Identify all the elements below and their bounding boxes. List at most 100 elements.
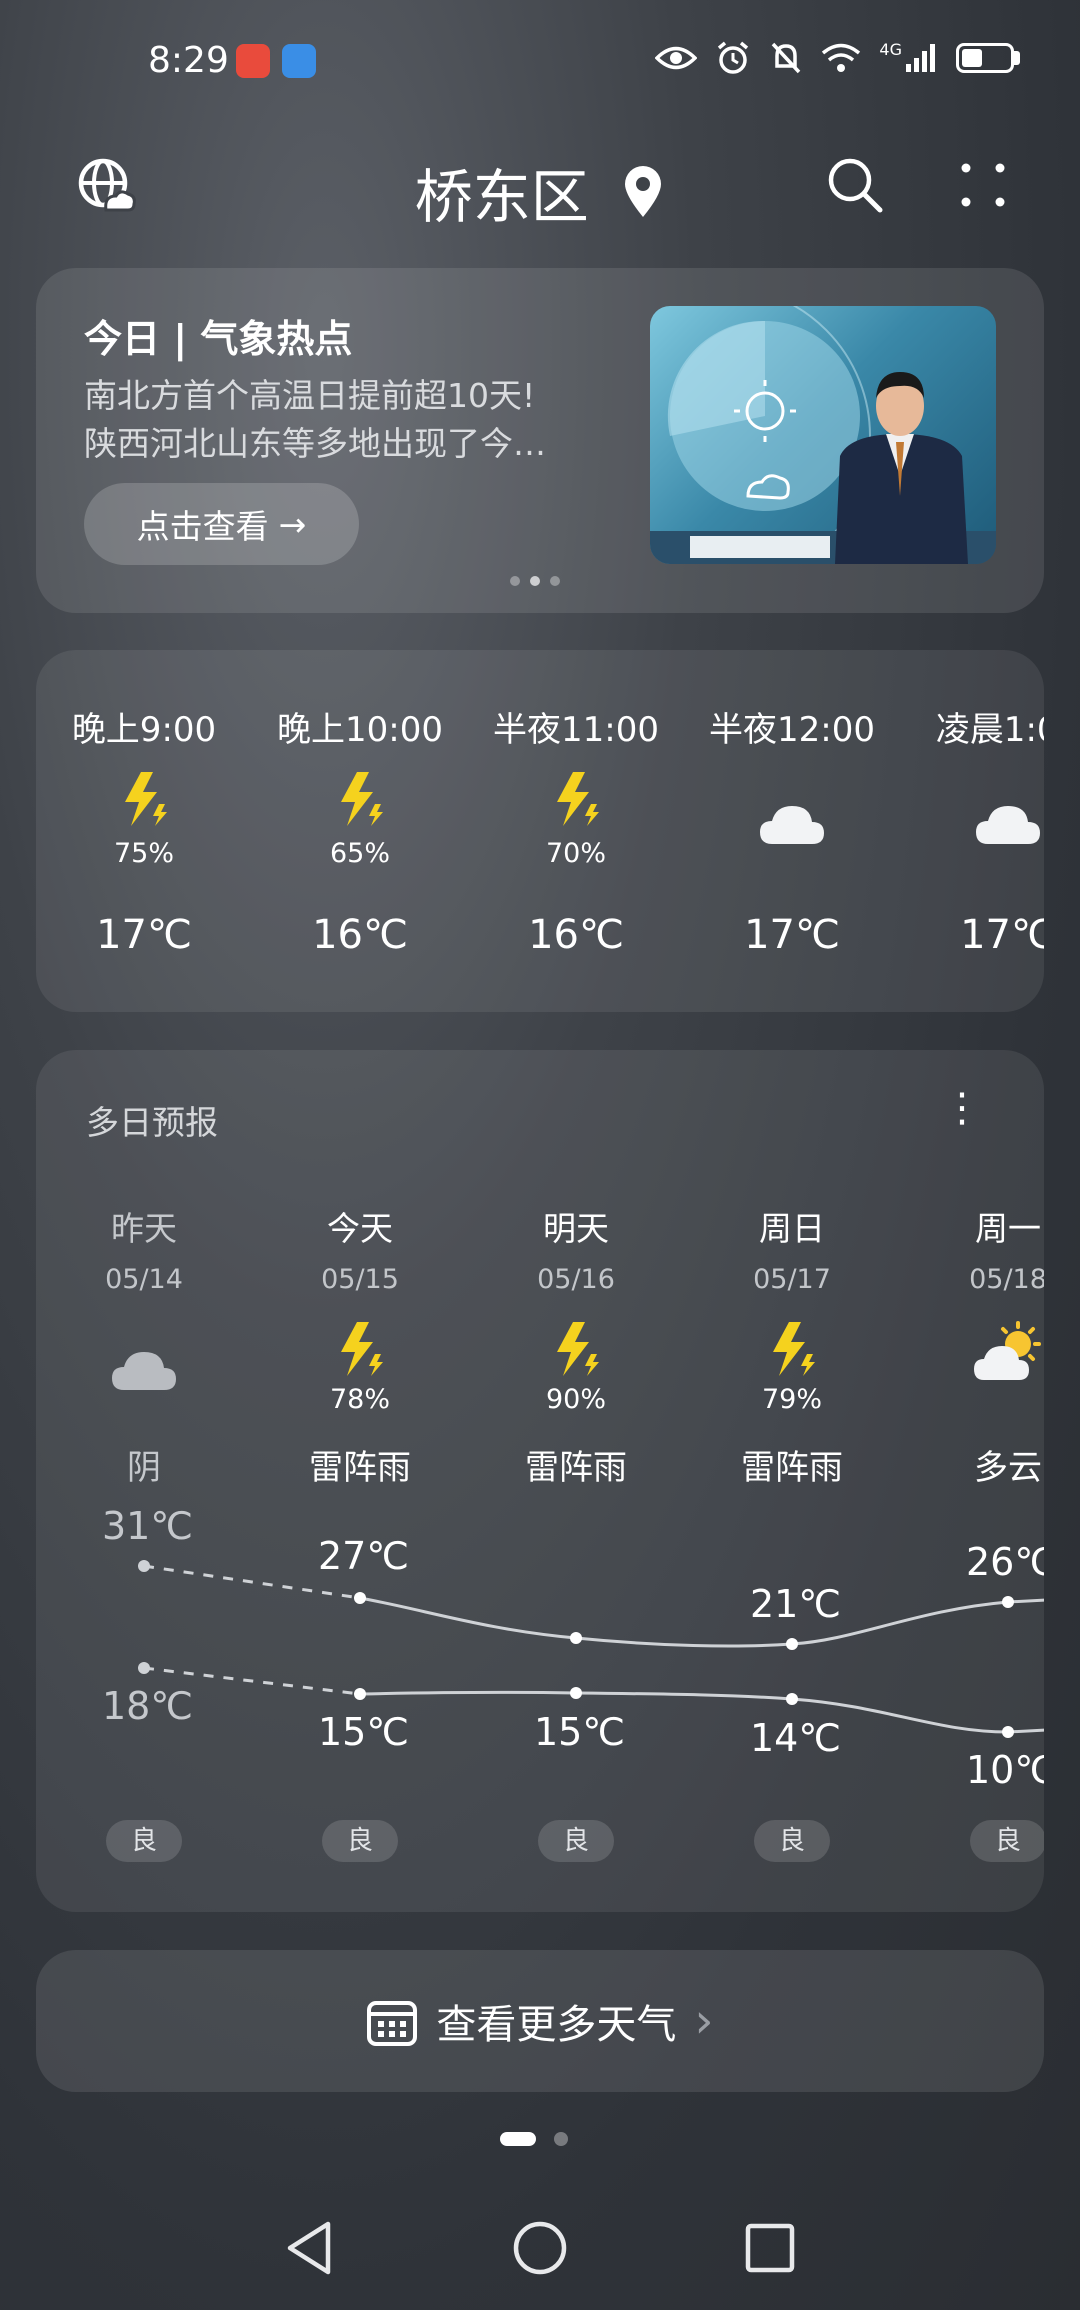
high-temp-label: 26℃: [966, 1540, 1044, 1584]
high-temp-label: 31℃: [102, 1504, 194, 1548]
search-icon[interactable]: [826, 156, 884, 218]
calendar-icon: [367, 2001, 418, 2046]
thunder-icon: [252, 770, 468, 830]
day-condition: 雷阵雨: [741, 1448, 843, 1488]
location-title[interactable]: 桥东区: [0, 150, 1080, 234]
partly-cloudy-icon: [900, 1320, 1044, 1382]
thunder-icon: [468, 1320, 684, 1382]
cloud-icon: [684, 800, 900, 860]
low-temp-label: 15℃: [534, 1710, 626, 1754]
day-date: 05/16: [537, 1264, 615, 1295]
more-weather-button[interactable]: 查看更多天气 ›: [36, 1950, 1044, 2092]
news-line-1: 南北方首个高温日提前超10天!: [84, 376, 536, 415]
temp-point: [570, 1687, 582, 1699]
news-carousel-dots: [510, 576, 560, 586]
cloud-icon: [36, 1346, 252, 1408]
app-notification-icon: [236, 44, 270, 78]
aqi-badge: 良: [538, 1820, 614, 1862]
temp-point: [354, 1688, 366, 1700]
high-temp-line: [359, 1596, 1044, 1648]
temp-point: [1002, 1726, 1014, 1738]
news-line-2: 陕西河北山东等多地出现了今…: [84, 424, 546, 463]
status-icons: 4G: [655, 40, 1020, 76]
hour-time: 半夜11:00: [493, 710, 659, 750]
temp-point: [138, 1560, 150, 1572]
low-temp-label: 15℃: [318, 1710, 410, 1754]
network-type: 4G: [879, 39, 902, 59]
news-title: 今日 | 气象热点: [84, 317, 353, 361]
app-notification-icon: [282, 44, 316, 78]
low-temp-label: 10℃: [966, 1748, 1044, 1792]
day-date: 05/18: [969, 1264, 1044, 1295]
alarm-icon: [718, 41, 749, 74]
hour-time: 半夜12:00: [709, 710, 875, 750]
signal-icon: [906, 44, 935, 72]
day-name: 昨天: [111, 1209, 177, 1248]
hour-temp: 17℃: [960, 912, 1044, 958]
day-condition: 雷阵雨: [525, 1448, 627, 1488]
hour-temp: 17℃: [744, 912, 840, 958]
news-thumbnail[interactable]: [650, 306, 996, 564]
low-temp-label: 18℃: [102, 1684, 194, 1728]
temp-point: [786, 1693, 798, 1705]
hour-temp: 17℃: [96, 912, 192, 958]
temp-point: [1002, 1596, 1014, 1608]
aqi-badge: 良: [106, 1820, 182, 1862]
thunder-icon: [468, 770, 684, 830]
day-date: 05/14: [105, 1264, 183, 1295]
cloud-icon: [900, 800, 1044, 860]
eye-icon: [655, 46, 698, 70]
day-date: 05/17: [753, 1264, 831, 1295]
temp-point: [354, 1592, 366, 1604]
day-name: 明天: [543, 1209, 609, 1248]
day-name: 周一: [975, 1209, 1041, 1248]
news-summary: 南北方首个高温日提前超10天! 陕西河北山东等多地出现了今…: [84, 372, 624, 468]
hour-time: 晚上9:00: [71, 710, 217, 750]
view-news-label: 点击查看: [136, 507, 269, 546]
aqi-badge: 良: [754, 1820, 830, 1862]
more-weather-label: 查看更多天气: [436, 2002, 677, 2048]
day-condition: 雷阵雨: [309, 1448, 411, 1488]
daily-forecast-card[interactable]: 多日预报 ⋮ 昨天 05/14 阴 良 今天 05/15 78% 雷阵雨 良 明…: [36, 1050, 1044, 1912]
recents-icon[interactable]: [744, 2222, 796, 2274]
view-news-button[interactable]: 点击查看 →: [84, 483, 359, 565]
page-dot-active: [500, 2132, 536, 2146]
back-icon[interactable]: [284, 2220, 334, 2276]
daily-more-icon[interactable]: ⋮: [942, 1088, 982, 1128]
aqi-badge: 良: [970, 1820, 1044, 1862]
day-date: 05/15: [321, 1264, 399, 1295]
hour-precip-prob: 70%: [545, 838, 606, 869]
day-precip-prob: 90%: [545, 1384, 606, 1415]
more-dots-icon[interactable]: [958, 160, 1008, 214]
day-name: 今天: [327, 1209, 393, 1248]
hour-time: 晚上10:00: [277, 710, 443, 750]
news-card[interactable]: 今日 | 气象热点 南北方首个高温日提前超10天! 陕西河北山东等多地出现了今……: [36, 268, 1044, 613]
hourly-forecast-card[interactable]: 晚上9:00 75% 17℃ 晚上10:00 65% 16℃ 半夜11:00 7…: [36, 650, 1044, 1012]
day-condition: 阴: [127, 1448, 161, 1488]
temp-point: [138, 1662, 150, 1674]
mute-icon: [772, 42, 801, 74]
hour-precip-prob: 65%: [329, 838, 390, 869]
low-temp-line: [359, 1690, 1044, 1734]
thunder-icon: [684, 1320, 900, 1382]
location-pin-icon: [625, 166, 662, 217]
hour-temp: 16℃: [312, 912, 408, 958]
thunder-icon: [36, 770, 252, 830]
arrow-right-icon: →: [278, 504, 307, 544]
wifi-icon: [822, 43, 861, 72]
high-temp-label: 27℃: [318, 1534, 410, 1578]
page-dot: [554, 2132, 568, 2146]
location-name: 桥东区: [414, 163, 589, 231]
daily-forecast-title: 多日预报: [86, 1103, 218, 1142]
hour-time: 凌晨1:00: [935, 710, 1044, 750]
day-precip-prob: 79%: [761, 1384, 822, 1415]
home-icon[interactable]: [512, 2220, 568, 2276]
status-time: 8:29: [148, 40, 229, 81]
low-temp-label: 14℃: [750, 1716, 842, 1760]
chevron-right-icon: ›: [694, 1993, 714, 2049]
page-indicator: [500, 2132, 568, 2146]
aqi-badge: 良: [322, 1820, 398, 1862]
temp-point: [786, 1638, 798, 1650]
day-name: 周日: [759, 1209, 825, 1248]
thunder-icon: [252, 1320, 468, 1382]
